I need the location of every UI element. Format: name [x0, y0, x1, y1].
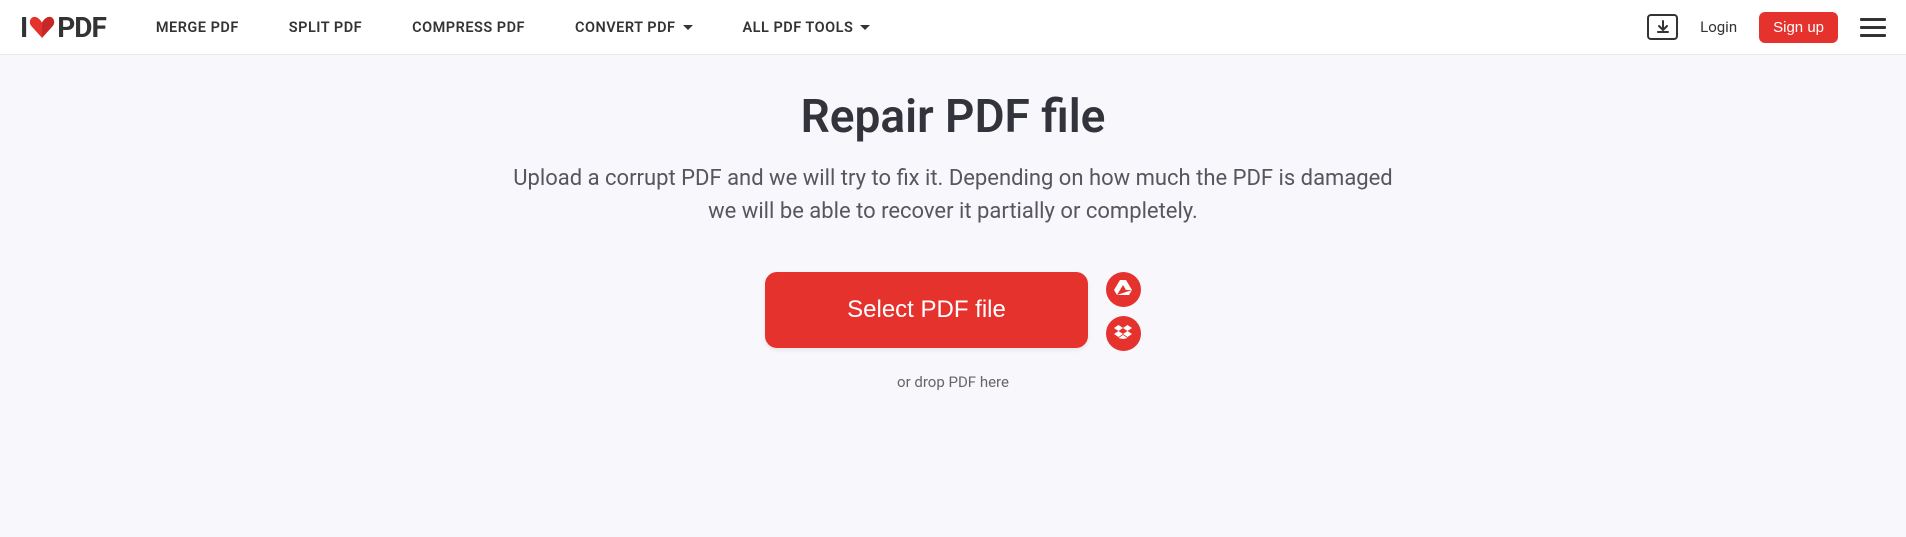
logo-text-suffix: PDF — [57, 11, 106, 44]
heart-icon — [29, 15, 55, 39]
cloud-upload-buttons — [1106, 272, 1141, 351]
header-right: Login Sign up — [1647, 12, 1886, 43]
logo[interactable]: I PDF — [20, 11, 106, 44]
download-desktop-icon[interactable] — [1647, 14, 1678, 40]
select-pdf-button[interactable]: Select PDF file — [765, 272, 1088, 348]
dropbox-button[interactable] — [1106, 316, 1141, 351]
google-drive-icon — [1114, 280, 1132, 300]
logo-text-prefix: I — [20, 11, 27, 44]
dropbox-icon — [1114, 324, 1132, 344]
main-content: Repair PDF file Upload a corrupt PDF and… — [0, 55, 1906, 391]
main-nav: MERGE PDF SPLIT PDF COMPRESS PDF CONVERT… — [156, 19, 871, 36]
nav-all-pdf-tools[interactable]: ALL PDF TOOLS — [743, 19, 871, 36]
signup-button[interactable]: Sign up — [1759, 12, 1838, 43]
page-title: Repair PDF file — [0, 90, 1906, 144]
google-drive-button[interactable] — [1106, 272, 1141, 307]
nav-split-pdf[interactable]: SPLIT PDF — [289, 19, 362, 36]
drop-hint: or drop PDF here — [0, 373, 1906, 391]
hamburger-menu-icon[interactable] — [1860, 18, 1886, 37]
login-link[interactable]: Login — [1700, 18, 1737, 36]
upload-area: Select PDF file — [0, 272, 1906, 351]
chevron-down-icon — [860, 25, 870, 30]
nav-convert-pdf[interactable]: CONVERT PDF — [575, 19, 692, 36]
chevron-down-icon — [683, 25, 693, 30]
page-subtitle: Upload a corrupt PDF and we will try to … — [503, 162, 1403, 228]
nav-merge-pdf[interactable]: MERGE PDF — [156, 19, 239, 36]
nav-compress-pdf[interactable]: COMPRESS PDF — [412, 19, 525, 36]
header: I PDF MERGE PDF SPLIT PDF COMPRESS PDF C… — [0, 0, 1906, 55]
